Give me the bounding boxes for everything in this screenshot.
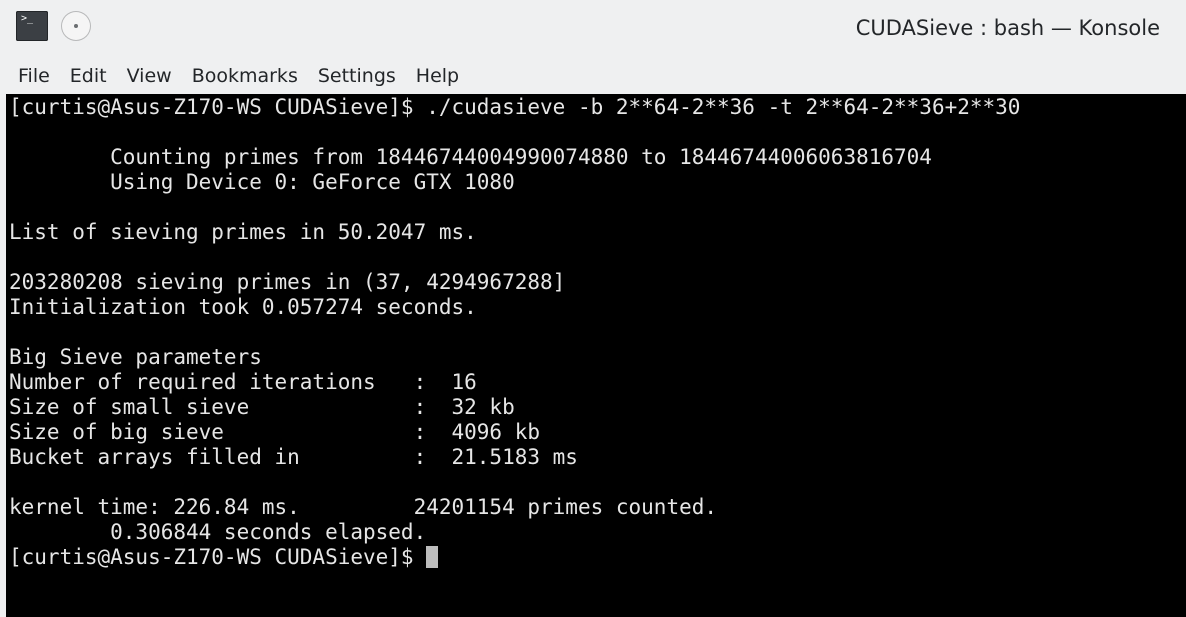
pin-icon[interactable]: [62, 12, 90, 40]
shell-prompt: [curtis@Asus-Z170-WS CUDASieve]$: [9, 545, 427, 569]
text-cursor: [426, 546, 439, 568]
terminal-line: 0.306844 seconds elapsed.: [9, 520, 427, 544]
terminal-line: Number of required iterations : 16: [9, 370, 477, 394]
terminal-line: Size of big sieve : 4096 kb: [9, 420, 541, 444]
terminal-line: Size of small sieve : 32 kb: [9, 395, 515, 419]
terminal-line: Using Device 0: GeForce GTX 1080: [9, 170, 515, 194]
terminal-line: kernel time: 226.84 ms. 24201154 primes …: [9, 495, 718, 519]
title-bar[interactable]: >_ CUDASieve : bash — Konsole: [0, 0, 1186, 57]
terminal-line-command: [curtis@Asus-Z170-WS CUDASieve]$ ./cudas…: [9, 95, 1021, 119]
menu-help[interactable]: Help: [406, 60, 469, 92]
terminal-icon-glyph: >_: [21, 13, 34, 24]
terminal-line: List of sieving primes in 50.2047 ms.: [9, 220, 477, 244]
terminal-line: Counting primes from 1844674400499007488…: [9, 145, 932, 169]
terminal-line: Initialization took 0.057274 seconds.: [9, 295, 477, 319]
terminal-line: Bucket arrays filled in : 21.5183 ms: [9, 445, 578, 469]
menu-file[interactable]: File: [8, 60, 60, 92]
terminal-line: 203280208 sieving primes in (37, 4294967…: [9, 270, 566, 294]
terminal-prompt-line[interactable]: [curtis@Asus-Z170-WS CUDASieve]$: [9, 545, 1186, 570]
window-title: CUDASieve : bash — Konsole: [855, 16, 1160, 40]
menu-view[interactable]: View: [117, 60, 182, 92]
menu-edit[interactable]: Edit: [60, 60, 117, 92]
menu-bar: File Edit View Bookmarks Settings Help: [0, 57, 1186, 94]
pin-dot: [74, 24, 78, 28]
terminal-output[interactable]: [curtis@Asus-Z170-WS CUDASieve]$ ./cudas…: [6, 94, 1186, 617]
menu-settings[interactable]: Settings: [308, 60, 406, 92]
konsole-window: >_ CUDASieve : bash — Konsole File Edit …: [0, 0, 1186, 617]
terminal-icon[interactable]: >_: [16, 11, 48, 41]
menu-bookmarks[interactable]: Bookmarks: [182, 60, 308, 92]
terminal-line: Big Sieve parameters: [9, 345, 262, 369]
